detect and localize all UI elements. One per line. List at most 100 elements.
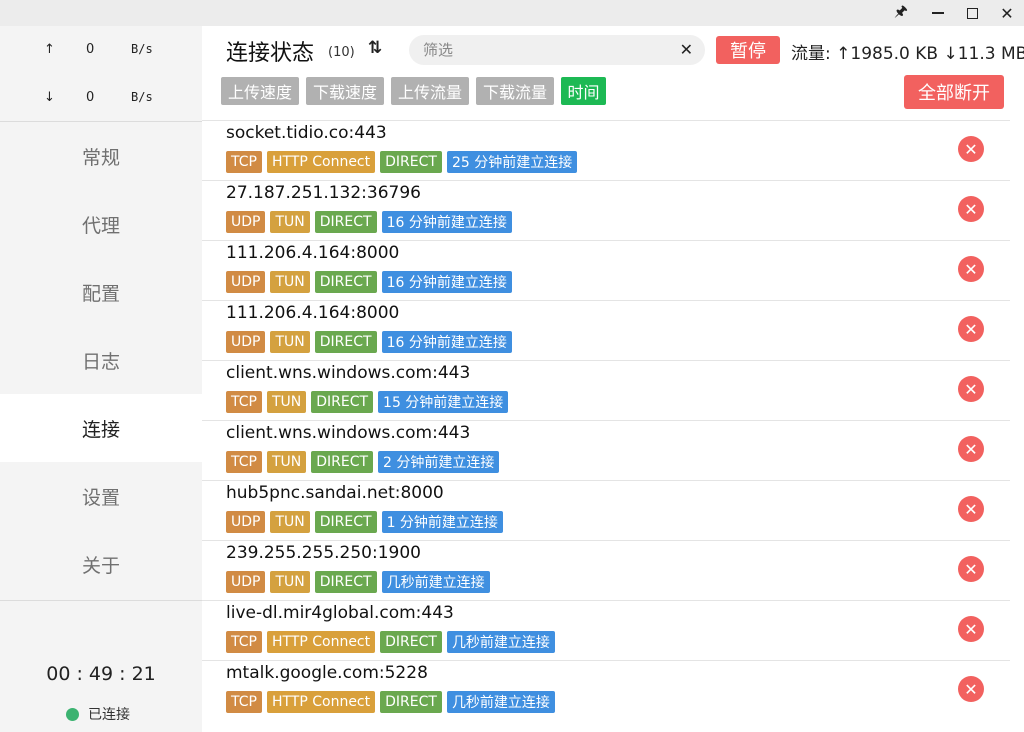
connection-row[interactable]: 111.206.4.164:8000 UDP TUN DIRECT 16 分钟前建立连接… xyxy=(202,300,1010,360)
pause-button[interactable]: 暂停 xyxy=(716,36,780,64)
sidebar-item-label: 关于 xyxy=(81,554,120,577)
close-connection-icon[interactable]: ✕ xyxy=(958,256,984,282)
close-connection-icon[interactable]: ✕ xyxy=(958,436,984,462)
close-connection-icon[interactable]: ✕ xyxy=(958,616,984,642)
type-tag: TUN xyxy=(266,451,307,473)
close-connection-icon[interactable]: ✕ xyxy=(958,316,984,342)
time-tag: 16 分钟前建立连接 xyxy=(381,331,512,353)
connection-host: live-dl.mir4global.com:443 xyxy=(226,603,454,623)
chain-tag: DIRECT xyxy=(380,631,442,653)
network-tag: TCP xyxy=(226,691,262,713)
download-speed-unit: B/s xyxy=(131,90,153,104)
upload-arrow-icon: ↑ xyxy=(44,42,55,57)
network-tag: TCP xyxy=(226,151,262,173)
time-tag: 几秒前建立连接 xyxy=(446,691,555,713)
sort-order-icon[interactable]: ⇅ xyxy=(368,38,382,58)
close-connection-icon[interactable]: ✕ xyxy=(958,676,984,702)
time-tag: 15 分钟前建立连接 xyxy=(378,391,509,413)
close-connection-icon[interactable]: ✕ xyxy=(958,496,984,522)
page-title: 连接状态 xyxy=(226,41,315,66)
connection-row[interactable]: socket.tidio.co:443 TCP HTTP Connect DIRECT… xyxy=(202,120,1010,180)
chain-tag: DIRECT xyxy=(380,691,442,713)
connection-row[interactable]: 239.255.255.250:1900 UDP TUN DIRECT 几秒前建立连接 ✕ xyxy=(202,540,1010,600)
download-speed: ↓ 0 B/s xyxy=(0,86,202,110)
connections-panel: 连接状态 (10) ⇅ ✕ 暂停 流量: ↑1985.0 KB ↓11.3 MB… xyxy=(202,26,1024,732)
connection-host: 111.206.4.164:8000 xyxy=(226,243,400,263)
time-tag: 2 分钟前建立连接 xyxy=(378,451,500,473)
network-tag: TCP xyxy=(226,451,262,473)
connection-row[interactable]: mtalk.google.com:5228 TCP HTTP Connect DIRE… xyxy=(202,660,1010,720)
sort-download-traffic-button[interactable]: 下载流量 xyxy=(476,77,554,105)
connection-row[interactable]: 27.187.251.132:36796 UDP TUN DIRECT 16 分钟前建立… xyxy=(202,180,1010,240)
sidebar-item-label: 配置 xyxy=(81,282,120,305)
sort-time-button[interactable]: 时间 xyxy=(561,77,606,105)
sidebar-item-settings[interactable]: 设置 xyxy=(0,462,202,530)
connection-row[interactable]: client.wns.windows.com:443 TCP TUN DIRECT 2 … xyxy=(202,420,1010,480)
sidebar-item-profiles[interactable]: 配置 xyxy=(0,258,202,326)
connection-tags: TCP TUN DIRECT 2 分钟前建立连接 xyxy=(226,451,500,473)
sidebar: ↑ 0 B/s ↓ 0 B/s 常规代理配置日志连接设置关于 00 : 49 :… xyxy=(0,26,202,732)
type-tag: TUN xyxy=(266,391,307,413)
type-tag: TUN xyxy=(270,571,310,593)
chain-tag: DIRECT xyxy=(380,151,442,173)
close-connection-icon[interactable]: ✕ xyxy=(958,136,984,162)
connection-tags: UDP TUN DIRECT 几秒前建立连接 xyxy=(226,571,490,593)
connection-host: 111.206.4.164:8000 xyxy=(226,303,400,323)
connection-host: client.wns.windows.com:443 xyxy=(226,363,471,383)
sort-download-speed-button[interactable]: 下载速度 xyxy=(306,77,384,105)
connection-row[interactable]: hub5pnc.sandai.net:8000 UDP TUN DIRECT 1 分钟前… xyxy=(202,480,1010,540)
download-speed-value: 0 xyxy=(86,90,95,105)
time-tag: 16 分钟前建立连接 xyxy=(381,271,512,293)
type-tag: HTTP Connect xyxy=(266,151,376,173)
sidebar-item-proxy[interactable]: 代理 xyxy=(0,190,202,258)
time-tag: 1 分钟前建立连接 xyxy=(381,511,503,533)
connection-row[interactable]: client.wns.windows.com:443 TCP TUN DIRECT 15… xyxy=(202,360,1010,420)
network-tag: UDP xyxy=(226,331,266,353)
upload-speed-unit: B/s xyxy=(131,42,153,56)
title-bar: 🖈 ✕ xyxy=(0,0,1024,26)
disconnect-all-button[interactable]: 全部断开 xyxy=(904,75,1004,109)
sidebar-item-about[interactable]: 关于 xyxy=(0,530,202,598)
connection-tags: TCP HTTP Connect DIRECT 25 分钟前建立连接 xyxy=(226,151,578,173)
connection-tags: TCP TUN DIRECT 15 分钟前建立连接 xyxy=(226,391,509,413)
type-tag: HTTP Connect xyxy=(266,691,376,713)
network-tag: UDP xyxy=(226,271,266,293)
chain-tag: DIRECT xyxy=(311,391,374,413)
connection-host: socket.tidio.co:443 xyxy=(226,123,387,143)
clear-filter-icon[interactable]: ✕ xyxy=(680,40,693,59)
connection-row[interactable]: 111.206.4.164:8000 UDP TUN DIRECT 16 分钟前建立连接… xyxy=(202,240,1010,300)
connection-row[interactable]: live-dl.mir4global.com:443 TCP HTTP Connec… xyxy=(202,600,1010,660)
chain-tag: DIRECT xyxy=(314,271,377,293)
connection-tags: TCP HTTP Connect DIRECT 几秒前建立连接 xyxy=(226,631,555,653)
minimize-icon[interactable] xyxy=(921,0,955,26)
connection-host: client.wns.windows.com:443 xyxy=(226,423,471,443)
maximize-icon[interactable] xyxy=(955,0,989,26)
sidebar-divider xyxy=(0,600,202,601)
sidebar-item-general[interactable]: 常规 xyxy=(0,122,202,190)
network-tag: TCP xyxy=(226,391,262,413)
sidebar-item-label: 代理 xyxy=(81,214,120,237)
close-icon[interactable]: ✕ xyxy=(990,0,1024,26)
traffic-summary: 流量: ↑1985.0 KB ↓11.3 MB xyxy=(791,44,1024,64)
sidebar-item-connections[interactable]: 连接 xyxy=(0,394,202,462)
network-tag: UDP xyxy=(226,571,266,593)
upload-speed: ↑ 0 B/s xyxy=(0,38,202,62)
close-connection-icon[interactable]: ✕ xyxy=(958,376,984,402)
close-connection-icon[interactable]: ✕ xyxy=(958,556,984,582)
connection-tags: UDP TUN DIRECT 16 分钟前建立连接 xyxy=(226,211,512,233)
sidebar-item-label: 连接 xyxy=(81,418,120,441)
status-dot-icon xyxy=(66,707,79,721)
connection-status: 已连接 xyxy=(66,704,130,724)
filter-input[interactable] xyxy=(423,40,673,60)
close-connection-icon[interactable]: ✕ xyxy=(958,196,984,222)
status-label: 已连接 xyxy=(88,707,130,723)
type-tag: TUN xyxy=(270,511,310,533)
uptime-timer: 00 : 49 : 21 xyxy=(46,663,156,685)
connection-tags: UDP TUN DIRECT 16 分钟前建立连接 xyxy=(226,271,512,293)
connection-list: socket.tidio.co:443 TCP HTTP Connect DIRECT… xyxy=(202,120,1010,720)
sort-upload-speed-button[interactable]: 上传速度 xyxy=(221,77,299,105)
sort-upload-traffic-button[interactable]: 上传流量 xyxy=(391,77,469,105)
sidebar-item-logs[interactable]: 日志 xyxy=(0,326,202,394)
pin-icon[interactable]: 🖈 xyxy=(884,0,918,26)
time-tag: 25 分钟前建立连接 xyxy=(446,151,578,173)
